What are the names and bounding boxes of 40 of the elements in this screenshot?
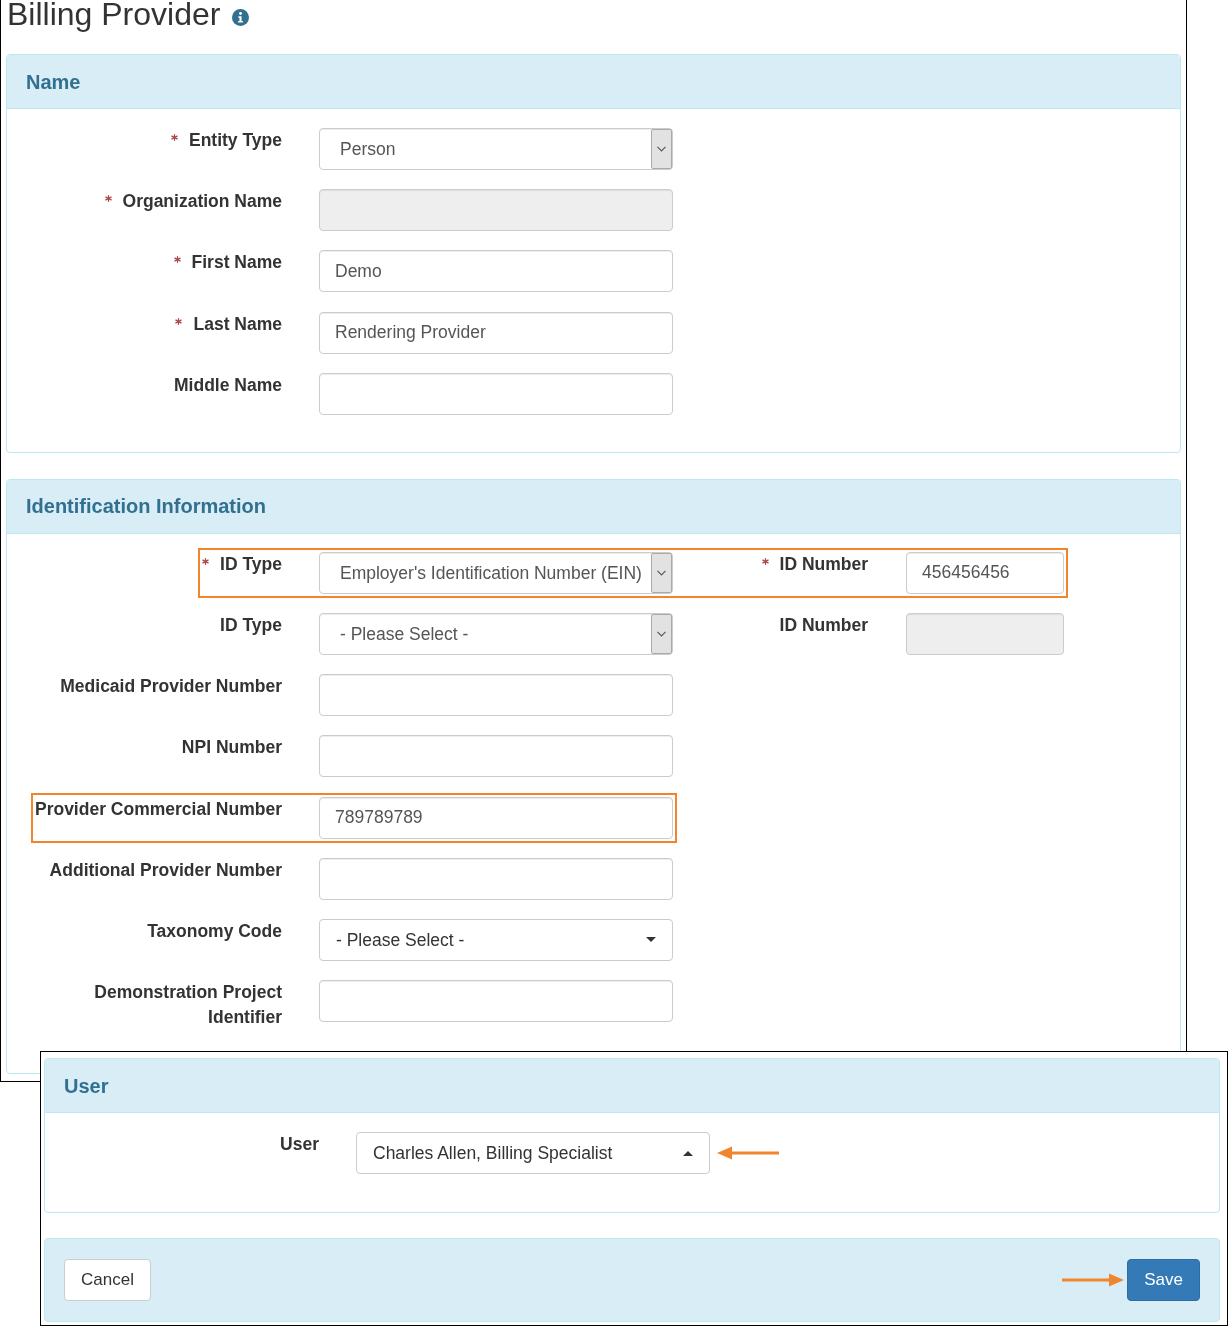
field-label: First Name xyxy=(191,251,282,275)
field-label: Entity Type xyxy=(188,129,282,152)
page-title: Billing Provider xyxy=(7,0,221,32)
select-field[interactable]: Employer's Identification Number (EIN) xyxy=(319,551,673,594)
field-label: ID Number xyxy=(779,552,868,576)
cancel-button[interactable]: Cancel xyxy=(64,1259,151,1301)
text-field[interactable]: 456456456 xyxy=(906,551,1064,594)
panel-header: User xyxy=(45,1059,1219,1113)
field-label: Last Name xyxy=(193,312,282,336)
text-field[interactable] xyxy=(319,980,673,1023)
field-label: ID Type xyxy=(220,552,282,576)
save-button[interactable]: Save xyxy=(1127,1259,1200,1301)
dropdown-field[interactable]: - Please Select - xyxy=(319,918,673,961)
field-label: Middle Name xyxy=(174,373,282,397)
chevron-down-icon xyxy=(651,552,672,593)
text-field[interactable] xyxy=(319,674,673,717)
field-label: Demonstration Project Identifier xyxy=(93,981,282,1030)
field-label: User xyxy=(280,1133,319,1156)
field-label: ID Number xyxy=(779,613,868,637)
field-label: NPI Number xyxy=(181,736,282,760)
select-field[interactable]: Person xyxy=(319,128,673,170)
text-field[interactable] xyxy=(319,857,673,900)
select-field[interactable]: - Please Select - xyxy=(319,612,673,655)
panel-header: Identification Information xyxy=(7,479,1180,534)
info-icon xyxy=(232,9,250,26)
field-label: ID Type xyxy=(220,613,282,637)
field-label: Provider Commercial Number xyxy=(34,797,282,821)
text-field[interactable] xyxy=(319,372,673,415)
field-label: Taxonomy Code xyxy=(147,919,282,943)
chevron-down-icon xyxy=(651,129,672,169)
text-field[interactable]: Rendering Provider xyxy=(319,311,673,354)
dropdown-field[interactable]: Charles Allen, Billing Specialist xyxy=(356,1132,710,1174)
panel-header: Name xyxy=(7,55,1180,109)
text-field[interactable] xyxy=(319,735,673,778)
field-label: Additional Provider Number xyxy=(49,858,282,882)
text-field[interactable]: Demo xyxy=(319,250,673,293)
field-label: Medicaid Provider Number xyxy=(60,675,282,699)
text-field[interactable]: 789789789 xyxy=(319,796,673,839)
chevron-down-icon xyxy=(651,613,672,654)
field-label: Organization Name xyxy=(122,190,282,214)
